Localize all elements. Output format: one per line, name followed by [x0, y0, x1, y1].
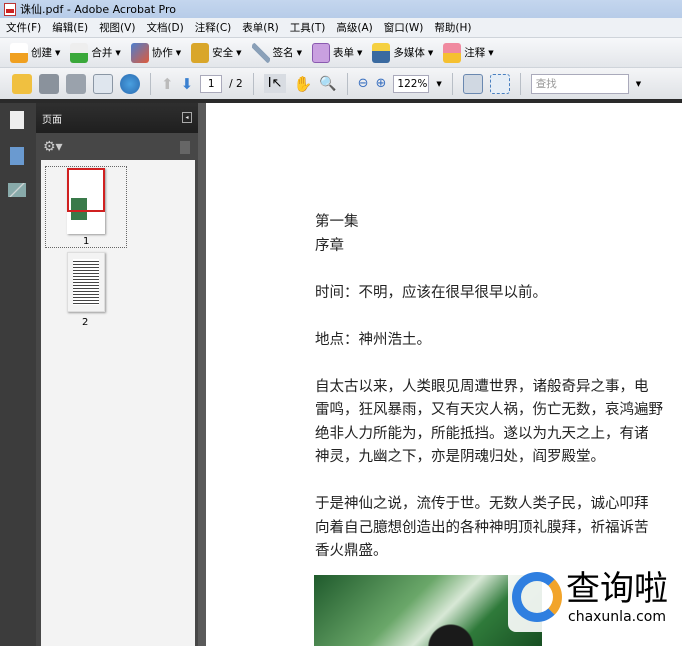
collaborate-icon	[130, 42, 149, 63]
menu-tools[interactable]: 工具(T)	[290, 20, 326, 35]
open-folder-icon[interactable]	[12, 73, 32, 94]
menu-forms[interactable]: 表单(R)	[242, 20, 279, 35]
menu-help[interactable]: 帮助(H)	[434, 20, 471, 35]
secure-button[interactable]: 安全 ▼	[191, 42, 242, 63]
document-line: 香火鼎盛。	[315, 543, 388, 559]
bookmarks-icon[interactable]	[10, 147, 24, 165]
lock-icon	[191, 42, 210, 63]
combine-icon	[70, 42, 89, 63]
menu-file[interactable]: 文件(F)	[6, 20, 41, 35]
pages-panel-title: 页面	[42, 114, 62, 126]
zoom-level-input[interactable]: 122%	[393, 74, 430, 93]
search-logo-icon	[512, 572, 562, 622]
document-line: 第一集	[315, 214, 359, 230]
tasks-toolbar: 创建 ▼ 合并 ▼ 协作 ▼ 安全 ▼ 签名 ▼ 表单 ▼ 多媒体 ▼ 注释 ▼	[0, 37, 682, 67]
menu-edit[interactable]: 编辑(E)	[52, 20, 88, 35]
find-dropdown-icon[interactable]: ▼	[636, 80, 641, 88]
collapse-panel-button[interactable]: ◂	[182, 112, 192, 123]
window-title: 诛仙.pdf - Adobe Acrobat Pro	[20, 3, 176, 16]
document-line: 神灵，九幽之下，亦是阴魂归处，阎罗殿堂。	[315, 449, 605, 465]
page-total: / 2	[229, 77, 243, 90]
collaborate-button[interactable]: 协作 ▼	[130, 42, 181, 63]
pages-panel: 页面 ◂ ⚙▾ 1 2	[36, 103, 198, 646]
document-line: 于是神仙之说，流传于世。无数人类子民，诚心叩拜	[315, 496, 649, 512]
document-line: 雷鸣，狂风暴雨，又有天灾人祸，伤亡无数，哀鸿遍野	[315, 402, 663, 418]
combine-button[interactable]: 合并 ▼	[70, 42, 121, 63]
thumbnail-list: 1 2	[41, 160, 195, 646]
fit-width-icon[interactable]	[462, 73, 483, 94]
form-icon	[311, 42, 330, 63]
web-upload-icon[interactable]	[120, 73, 140, 94]
attachments-icon[interactable]	[8, 183, 26, 197]
menu-view[interactable]: 视图(V)	[99, 20, 135, 35]
menu-comments[interactable]: 注释(C)	[195, 20, 232, 35]
print-icon[interactable]	[39, 73, 59, 94]
pen-icon	[251, 42, 270, 63]
navigation-pane-strip	[0, 103, 36, 646]
pdf-file-icon	[4, 2, 16, 16]
fit-page-icon[interactable]	[489, 73, 510, 94]
comment-icon	[443, 42, 462, 63]
menu-window[interactable]: 窗口(W)	[384, 20, 424, 35]
next-page-icon[interactable]: ⬇	[181, 75, 194, 93]
document-line: 向着自己臆想创造出的各种神明顶礼膜拜，祈福诉苦	[315, 519, 649, 536]
navigation-toolbar: ⬆ ⬇ 1 / 2 I↖ ✋ 🔍 ⊖ ⊕ 122% ▼ 查找 ▼	[0, 67, 682, 99]
document-line: 自太古以来，人类眼见周遭世界，诸般奇异之事，电	[315, 378, 649, 395]
comment-button[interactable]: 注释 ▼	[443, 42, 494, 63]
zoom-in-icon[interactable]: ⊕	[375, 76, 386, 91]
delete-trash-icon[interactable]	[180, 141, 190, 154]
document-line: 时间：不明，应该在很早很早以前。	[315, 284, 547, 301]
previous-page-icon[interactable]: ⬆	[161, 75, 174, 93]
zoom-dropdown-icon[interactable]: ▼	[436, 80, 441, 88]
pages-panel-header: 页面 ◂	[36, 103, 198, 133]
multimedia-icon	[372, 42, 391, 63]
zoom-out-icon[interactable]: ⊖	[358, 76, 369, 91]
pages-icon[interactable]	[10, 111, 24, 129]
watermark-logo: 查询啦 chaxunla.com	[508, 562, 678, 632]
select-tool-icon[interactable]: I↖	[263, 74, 287, 93]
title-bar: 诛仙.pdf - Adobe Acrobat Pro	[0, 0, 682, 18]
forms-button[interactable]: 表单 ▼	[311, 42, 362, 63]
create-icon	[10, 42, 28, 63]
find-input[interactable]: 查找	[530, 73, 629, 94]
hand-tool-icon[interactable]: ✋	[293, 75, 312, 93]
document-text: 第一集序章时间：不明，应该在很早很早以前。 地点：神州浩土。自太古以来，人类眼见周…	[315, 211, 682, 564]
create-button[interactable]: 创建 ▼	[10, 42, 60, 63]
options-gear-icon[interactable]: ⚙▾	[43, 139, 63, 155]
save-icon[interactable]	[66, 73, 86, 94]
pane-splitter[interactable]	[198, 103, 206, 646]
page-thumbnail-2[interactable]	[67, 252, 105, 312]
zoom-tool-icon[interactable]: 🔍	[319, 76, 336, 92]
document-line: 序章	[315, 237, 344, 254]
sign-button[interactable]: 签名 ▼	[251, 42, 302, 63]
multimedia-button[interactable]: 多媒体 ▼	[372, 42, 433, 63]
page-number-input[interactable]: 1	[200, 74, 223, 93]
email-icon[interactable]	[93, 73, 113, 94]
page-thumbnail-1[interactable]: 1	[45, 166, 127, 248]
menu-bar: 文件(F) 编辑(E) 视图(V) 文档(D) 注释(C) 表单(R) 工具(T…	[0, 18, 682, 37]
document-line: 地点：神州浩土。	[315, 331, 431, 348]
menu-document[interactable]: 文档(D)	[146, 20, 183, 35]
document-line: 绝非人力所能为，所能抵挡。遂以为九天之上，有诸	[315, 425, 649, 442]
menu-advanced[interactable]: 高级(A)	[336, 20, 372, 35]
